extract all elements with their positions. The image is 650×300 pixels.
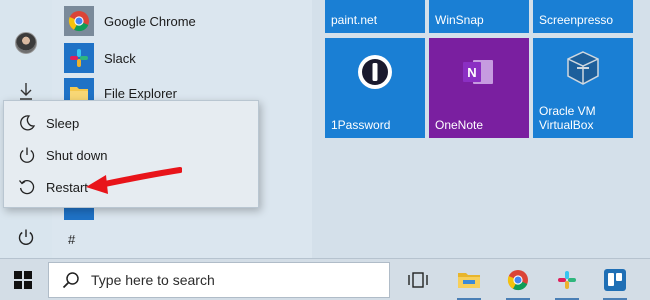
ficon	[12, 178, 42, 196]
taskbar-slack[interactable]	[552, 265, 582, 300]
virtualbox-icon	[567, 51, 599, 85]
tile-icon	[533, 48, 633, 88]
annotation-arrow	[86, 167, 182, 194]
onepassword-icon	[358, 55, 392, 89]
search-box[interactable]: Type here to search	[48, 262, 390, 298]
taskbar-file-explorer[interactable]	[454, 265, 484, 300]
tile-screenpresso[interactable]: Screenpresso	[533, 0, 633, 33]
app-icon-tile	[64, 43, 94, 73]
tile-winsnap[interactable]: WinSnap	[429, 0, 529, 33]
download-icon	[20, 83, 32, 100]
trello-icon	[604, 269, 626, 291]
moon-icon	[20, 115, 36, 131]
taskbar: Type here to search	[0, 258, 650, 300]
onenote-icon: N	[463, 60, 493, 84]
tile-icon	[325, 52, 425, 92]
task-view-icon	[408, 272, 428, 288]
power-icon	[18, 229, 34, 245]
windows-logo-icon	[14, 271, 32, 289]
task-view-button[interactable]	[403, 265, 433, 295]
sicon	[61, 270, 81, 290]
chrome-icon	[68, 11, 89, 32]
tile-label: Oracle VM VirtualBox	[539, 104, 596, 132]
tile-paint-net[interactable]: paint.net	[325, 0, 425, 33]
user-avatar-button[interactable]	[11, 28, 41, 58]
menu-item-label: Shut down	[46, 147, 108, 163]
app-item-slack[interactable]: Slack	[64, 43, 136, 73]
tile-1password[interactable]: 1Password	[325, 38, 425, 138]
tile-label: 1Password	[331, 118, 391, 132]
tile-label: OneNote	[435, 118, 484, 132]
start-button[interactable]	[10, 267, 36, 293]
svg-text:N: N	[467, 65, 476, 80]
file-explorer-icon	[458, 273, 480, 288]
ficon	[12, 114, 42, 132]
tile-label: Screenpresso	[539, 13, 614, 27]
app-label: File Explorer	[104, 85, 177, 101]
slack-icon	[558, 271, 576, 289]
power-icon	[19, 147, 35, 163]
app-label: Slack	[104, 50, 136, 66]
slack-icon	[70, 49, 88, 67]
menu-item-label: Sleep	[46, 115, 80, 131]
ficon	[12, 146, 42, 164]
taskbar-trello[interactable]	[600, 265, 630, 300]
section-header-letter[interactable]: #	[68, 232, 75, 247]
search-icon	[62, 272, 79, 289]
tile-onenote[interactable]: N OneNote	[429, 38, 529, 138]
tile-label: paint.net	[331, 13, 378, 27]
app-icon-tile	[64, 6, 94, 36]
restart-icon	[19, 179, 35, 195]
sleep-menu-item[interactable]: Sleep	[4, 107, 258, 139]
menu-item-label: Restart	[46, 179, 88, 195]
tile-virtualbox[interactable]: Oracle VM VirtualBox	[533, 38, 633, 138]
search-placeholder: Type here to search	[91, 272, 215, 288]
taskbar-chrome[interactable]	[503, 265, 533, 300]
app-item-google-chrome[interactable]: Google Chrome	[64, 6, 196, 36]
app-label: Google Chrome	[104, 13, 196, 29]
power-button[interactable]	[11, 222, 41, 252]
tile-label: WinSnap	[435, 13, 484, 27]
chrome-icon	[507, 270, 528, 291]
avatar	[15, 32, 37, 54]
tile-icon: N	[429, 52, 529, 92]
